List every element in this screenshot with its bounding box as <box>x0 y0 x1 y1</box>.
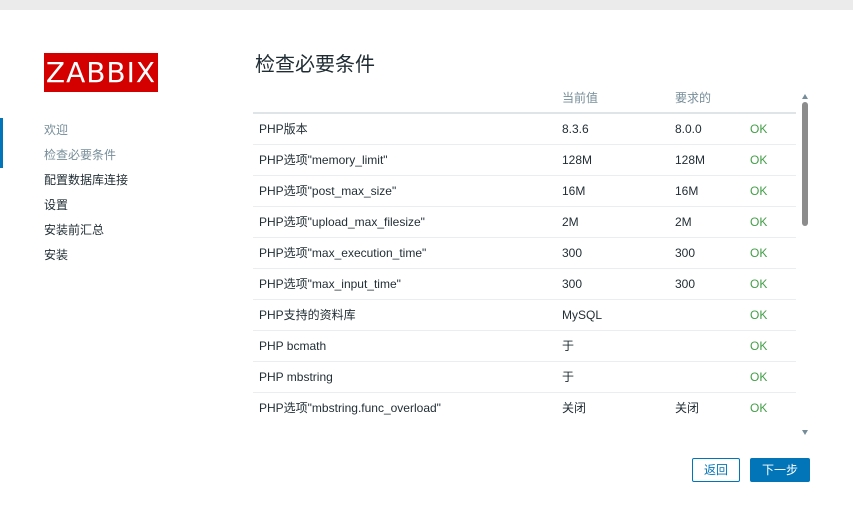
table-row: PHP版本 8.3.6 8.0.0 OK <box>253 113 796 145</box>
table-header-row: 当前值 要求的 <box>253 83 796 114</box>
row-required <box>675 361 750 393</box>
step-check-prerequisites: 检查必要条件 <box>0 118 220 168</box>
table-scrollbar[interactable] <box>799 92 811 437</box>
row-status: OK <box>750 206 796 238</box>
setup-steps: 欢迎 检查必要条件 配置数据库连接 设置 安装前汇总 安装 <box>0 118 220 268</box>
table-row: PHP mbstring 于 OK <box>253 361 796 393</box>
row-current: 16M <box>562 175 675 207</box>
row-required: 300 <box>675 268 750 300</box>
row-current: MySQL <box>562 299 675 331</box>
table-row: PHP选项"max_execution_time" 300 300 OK <box>253 237 796 269</box>
row-required: 300 <box>675 237 750 269</box>
row-status: OK <box>750 330 796 362</box>
row-name: PHP mbstring <box>253 361 562 393</box>
step-welcome: 欢迎 <box>44 123 69 137</box>
scroll-up-arrow-icon[interactable] <box>802 94 808 99</box>
row-current: 关闭 <box>562 392 675 423</box>
page-title: 检查必要条件 <box>255 54 375 76</box>
row-status: OK <box>750 175 796 207</box>
row-name: PHP选项"upload_max_filesize" <box>253 206 562 238</box>
row-status: OK <box>750 144 796 176</box>
row-required: 8.0.0 <box>675 113 750 145</box>
row-status: OK <box>750 268 796 300</box>
row-name: PHP版本 <box>253 113 562 145</box>
row-current: 300 <box>562 268 675 300</box>
header-current-value: 当前值 <box>562 83 675 114</box>
row-current: 8.3.6 <box>562 113 675 145</box>
row-current: 300 <box>562 237 675 269</box>
row-required: 16M <box>675 175 750 207</box>
prerequisites-table: 当前值 要求的 PHP版本 8.3.6 8.0.0 OK PHP选项"memor… <box>253 83 796 423</box>
row-status: OK <box>750 299 796 331</box>
row-required: 关闭 <box>675 392 750 423</box>
row-name: PHP选项"memory_limit" <box>253 144 562 176</box>
row-required: 2M <box>675 206 750 238</box>
table-row: PHP选项"mbstring.func_overload" 关闭 关闭 OK <box>253 392 796 423</box>
row-status: OK <box>750 392 796 423</box>
step-db-connection: 配置数据库连接 <box>44 173 129 187</box>
row-current: 于 <box>562 330 675 362</box>
table-row: PHP选项"max_input_time" 300 300 OK <box>253 268 796 300</box>
row-name: PHP选项"mbstring.func_overload" <box>253 392 562 423</box>
row-name: PHP bcmath <box>253 330 562 362</box>
table-row: PHP选项"post_max_size" 16M 16M OK <box>253 175 796 207</box>
row-status: OK <box>750 237 796 269</box>
scroll-down-arrow-icon[interactable] <box>802 430 808 435</box>
row-name: PHP选项"post_max_size" <box>253 175 562 207</box>
row-name: PHP选项"max_execution_time" <box>253 237 562 269</box>
header-required: 要求的 <box>675 83 750 114</box>
row-current: 2M <box>562 206 675 238</box>
table-row: PHP选项"upload_max_filesize" 2M 2M OK <box>253 206 796 238</box>
row-required: 128M <box>675 144 750 176</box>
table-row: PHP bcmath 于 OK <box>253 330 796 362</box>
row-current: 于 <box>562 361 675 393</box>
back-button[interactable]: 返回 <box>692 458 740 482</box>
row-status: OK <box>750 113 796 145</box>
table-row: PHP选项"memory_limit" 128M 128M OK <box>253 144 796 176</box>
row-required <box>675 299 750 331</box>
step-pre-install-summary: 安装前汇总 <box>44 223 105 237</box>
row-name: PHP选项"max_input_time" <box>253 268 562 300</box>
row-status: OK <box>750 361 796 393</box>
row-current: 128M <box>562 144 675 176</box>
step-install: 安装 <box>44 248 69 262</box>
step-settings: 设置 <box>44 198 69 212</box>
zabbix-logo: ZABBIX <box>44 53 158 92</box>
header-name <box>253 83 562 114</box>
next-step-button[interactable]: 下一步 <box>750 458 810 482</box>
header-status <box>750 83 796 114</box>
row-name: PHP支持的资料库 <box>253 299 562 331</box>
row-required <box>675 330 750 362</box>
prerequisites-table-container[interactable]: 当前值 要求的 PHP版本 8.3.6 8.0.0 OK PHP选项"memor… <box>253 83 796 423</box>
table-row: PHP支持的资料库 MySQL OK <box>253 299 796 331</box>
scrollbar-thumb[interactable] <box>802 102 808 226</box>
